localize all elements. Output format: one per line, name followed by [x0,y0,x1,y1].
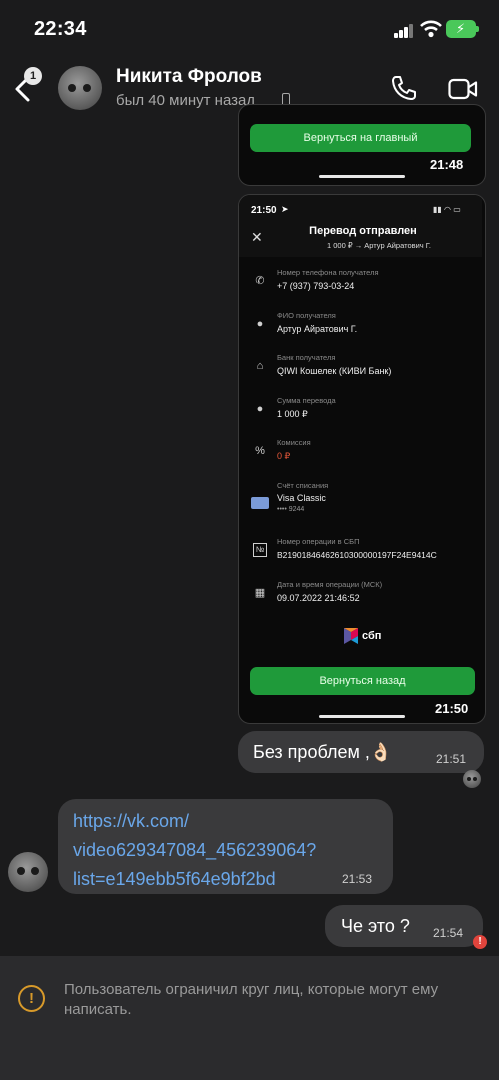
return-back-button: Вернуться назад [250,667,475,695]
money-bag-icon: ● [256,403,264,415]
row-label: Сумма перевода [277,396,336,405]
video-call-icon[interactable] [448,78,478,100]
battery-icon: ⚡ [446,20,479,38]
message-text: Без проблем ,👌🏻 [253,742,393,762]
message-text: Че это ? [341,916,410,936]
row-label: Номер операции в СБП [277,537,360,546]
return-main-button: Вернуться на главный [250,124,471,152]
status-time: 22:34 [34,18,87,40]
location-arrow-icon: ➤ [281,204,289,214]
row-value: Артур Айратович Г. [277,324,358,334]
row-label: Банк получателя [277,353,336,362]
card-icon [251,497,269,509]
sender-avatar[interactable] [8,852,48,892]
home-indicator [319,175,405,178]
row-label: Комиссия [277,438,311,447]
percent-icon: % [255,445,265,457]
row-value: 09.07.2022 21:46:52 [277,593,360,603]
message-time: 21:48 [430,157,464,172]
message-time: 21:53 [342,872,373,886]
phone-call-icon[interactable] [390,74,418,102]
card-number: •••• 9244 [277,506,305,513]
receipt-subtitle: 1 000 ₽ → Артур Айратович Г. [326,241,432,250]
video-link[interactable]: https://vk.com/ video629347084_456239064… [73,808,316,892]
row-label: Номер телефона получателя [277,268,379,277]
home-indicator [319,715,405,718]
link-line: list=e149ebb5f64e9bf2bd [73,869,276,889]
row-value: 0 ₽ [277,451,291,461]
row-value: +7 (937) 793-03-24 [277,281,355,291]
bank-icon: ⌂ [256,360,264,372]
unread-badge: 1 [24,67,42,85]
screenshot-message-1[interactable]: Вернуться на главный 21:48 [238,104,486,186]
contact-avatar[interactable] [58,66,102,110]
message-time: 21:54 [433,926,464,940]
operation-icon: № [253,543,267,557]
chat-screen: { "status_bar": {"time": "22:34"}, "head… [0,0,499,1080]
row-value: Visa Classic [277,493,326,503]
row-label: Счёт списания [277,481,329,490]
person-icon: ● [256,318,264,330]
phone-icon: ✆ [255,275,265,287]
receipt-title: Перевод отправлен [309,225,417,237]
row-label: ФИО получателя [277,311,336,320]
contact-name[interactable]: Никита Фролов [116,66,262,88]
last-seen-text: был 40 минут назад [116,92,256,109]
message-time: 21:51 [436,752,467,766]
row-value: QIWI Кошелек (КИВИ Банк) [277,366,392,376]
restriction-notice: Пользователь ограничил круг лиц, которые… [64,981,439,1018]
read-receipt-avatar [463,770,481,788]
message-time: 21:50 [435,701,469,716]
calendar-icon: ▦ [254,587,266,599]
screenshot-message-2[interactable]: 21:50 ➤ ▮▮ ◠ ▭ ✕ Перевод отправлен 1 000… [238,194,486,724]
mini-status-icons: ▮▮ ◠ ▭ [433,205,461,214]
sbp-logo-icon [344,628,358,644]
row-label: Дата и время операции (МСК) [277,580,383,589]
warning-icon: ! [18,985,45,1012]
status-bar: 22:34 ⚡ [0,0,499,58]
send-error-icon[interactable]: ! [473,935,487,949]
signal-icon [394,24,414,38]
sbp-logo-text: сбп [362,630,382,642]
row-value: B21901846462610300000197F24E9414C [277,550,437,560]
link-line: video629347084_456239064? [73,840,317,860]
phone-status-time: 21:50 [251,205,277,216]
link-line: https://vk.com/ [73,811,190,831]
wifi-icon [420,20,442,38]
row-value: 1 000 ₽ [277,409,308,419]
